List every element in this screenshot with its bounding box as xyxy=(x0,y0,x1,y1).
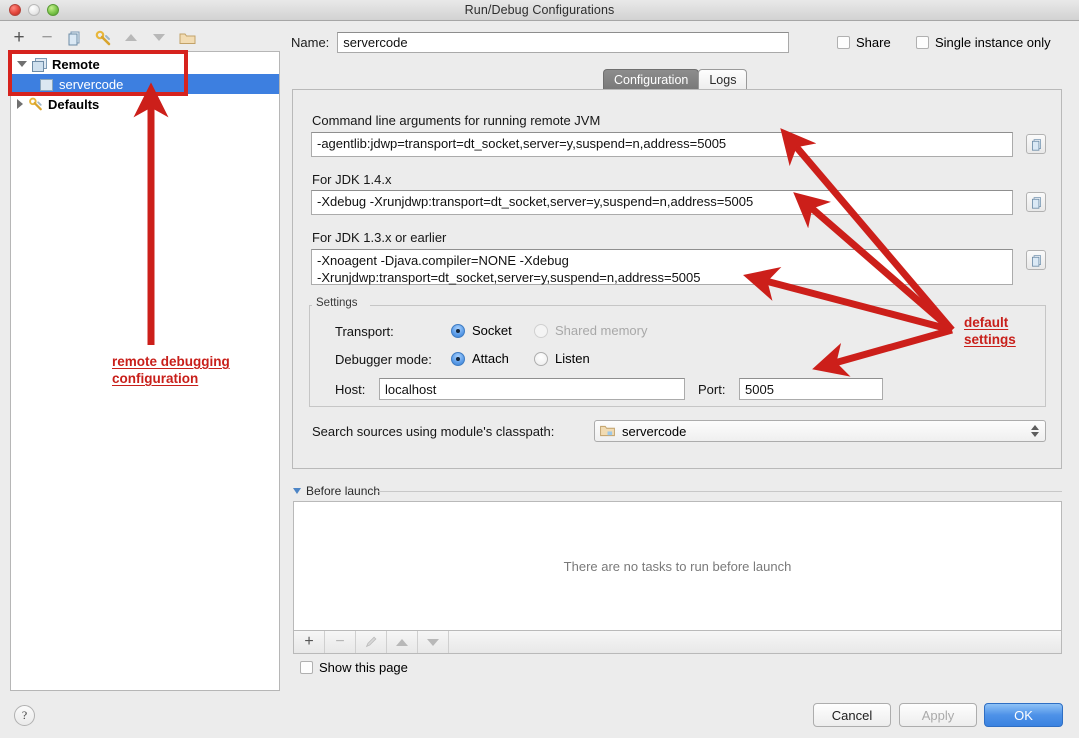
debugger-mode-option-attach[interactable]: Attach xyxy=(451,351,509,366)
share-checkbox[interactable] xyxy=(837,36,850,49)
transport-option-shared-memory: Shared memory xyxy=(534,323,647,338)
annotation-remote-debugging: remote debugging configuration xyxy=(112,353,230,387)
tab-logs[interactable]: Logs xyxy=(698,69,747,90)
tree-item-label: Defaults xyxy=(48,97,99,112)
cmdline-field[interactable]: -agentlib:jdwp=transport=dt_socket,serve… xyxy=(311,132,1013,157)
copy-icon xyxy=(1030,196,1043,209)
port-label: Port: xyxy=(698,382,725,397)
chevron-updown-icon[interactable] xyxy=(1031,425,1039,437)
share-checkbox-row[interactable]: Share xyxy=(837,35,891,50)
radio-socket[interactable] xyxy=(451,324,465,338)
jdk14-field[interactable]: -Xdebug -Xrunjdwp:transport=dt_socket,se… xyxy=(311,190,1013,215)
tab-bar: Configuration Logs xyxy=(603,69,747,90)
jdk14-label: For JDK 1.4.x xyxy=(312,172,391,187)
show-this-page-checkbox[interactable] xyxy=(300,661,313,674)
copy-icon xyxy=(1030,138,1043,151)
radio-socket-label: Socket xyxy=(472,323,512,338)
radio-attach[interactable] xyxy=(451,352,465,366)
copy-cmdline-button[interactable] xyxy=(1026,134,1046,154)
cmdline-label: Command line arguments for running remot… xyxy=(312,113,600,128)
folder-button[interactable] xyxy=(178,29,196,47)
radio-listen[interactable] xyxy=(534,352,548,366)
cancel-button[interactable]: Cancel xyxy=(813,703,891,727)
chevron-down-icon[interactable] xyxy=(293,488,301,494)
remote-child-icon xyxy=(39,78,53,91)
window-title: Run/Debug Configurations xyxy=(0,3,1079,17)
host-label: Host: xyxy=(335,382,365,397)
move-up-button[interactable] xyxy=(122,29,140,47)
debugger-mode-label: Debugger mode: xyxy=(335,352,432,367)
remove-task-button: − xyxy=(325,631,356,653)
help-button[interactable]: ? xyxy=(14,705,35,726)
classpath-label: Search sources using module's classpath: xyxy=(312,424,554,439)
before-launch-empty-text: There are no tasks to run before launch xyxy=(564,559,792,574)
move-task-down-button xyxy=(418,631,449,653)
edit-defaults-wrench-icon[interactable] xyxy=(94,29,112,47)
show-this-page-row[interactable]: Show this page xyxy=(300,660,408,675)
tree-item-defaults[interactable]: Defaults xyxy=(11,94,279,114)
radio-attach-label: Attach xyxy=(472,351,509,366)
wrench-icon xyxy=(28,97,43,111)
jdk13-field[interactable]: -Xnoagent -Djava.compiler=NONE -Xdebug -… xyxy=(311,249,1013,285)
edit-task-pencil-icon xyxy=(356,631,387,653)
copy-configuration-icon[interactable] xyxy=(66,29,84,47)
share-label: Share xyxy=(856,35,891,50)
settings-group-title: Settings xyxy=(312,297,362,309)
before-launch-divider xyxy=(378,491,1062,492)
show-this-page-label: Show this page xyxy=(319,660,408,675)
debugger-mode-option-listen[interactable]: Listen xyxy=(534,351,590,366)
name-row: Name: xyxy=(291,32,789,53)
tree-item-label: Remote xyxy=(52,57,100,72)
jdk13-label: For JDK 1.3.x or earlier xyxy=(312,230,446,245)
remove-configuration-button[interactable]: − xyxy=(38,29,56,47)
chevron-right-icon[interactable] xyxy=(17,99,23,109)
folder-icon xyxy=(600,425,615,437)
ok-button[interactable]: OK xyxy=(984,703,1063,727)
window-title-bar: Run/Debug Configurations xyxy=(0,0,1079,21)
before-launch-title: Before launch xyxy=(306,484,380,498)
single-instance-checkbox[interactable] xyxy=(916,36,929,49)
configurations-toolbar: + − xyxy=(10,26,280,49)
radio-shared-memory-label: Shared memory xyxy=(555,323,647,338)
tree-item-servercode[interactable]: servercode xyxy=(11,74,279,94)
before-launch-task-list[interactable]: There are no tasks to run before launch xyxy=(293,501,1062,631)
move-task-up-button xyxy=(387,631,418,653)
remote-icon xyxy=(32,58,46,71)
run-debug-configurations-dialog: Run/Debug Configurations + − xyxy=(0,0,1079,738)
annotation-default-settings: default settings xyxy=(964,314,1016,348)
name-label: Name: xyxy=(291,35,329,50)
tab-configuration[interactable]: Configuration xyxy=(603,69,699,90)
radio-listen-label: Listen xyxy=(555,351,590,366)
port-input[interactable] xyxy=(739,378,883,400)
add-task-button[interactable]: + xyxy=(294,631,325,653)
single-instance-checkbox-row[interactable]: Single instance only xyxy=(916,35,1051,50)
apply-button: Apply xyxy=(899,703,977,727)
chevron-down-icon[interactable] xyxy=(17,61,27,67)
name-input[interactable] xyxy=(337,32,789,53)
tree-item-remote[interactable]: Remote xyxy=(11,54,279,74)
single-instance-label: Single instance only xyxy=(935,35,1051,50)
copy-icon xyxy=(1030,254,1043,267)
transport-option-socket[interactable]: Socket xyxy=(451,323,512,338)
move-down-button[interactable] xyxy=(150,29,168,47)
module-classpath-value: servercode xyxy=(622,424,686,439)
copy-jdk13-button[interactable] xyxy=(1026,250,1046,270)
copy-jdk14-button[interactable] xyxy=(1026,192,1046,212)
module-classpath-dropdown[interactable]: servercode xyxy=(594,420,1046,442)
before-launch-header[interactable]: Before launch xyxy=(293,484,380,498)
radio-shared-memory xyxy=(534,324,548,338)
host-input[interactable] xyxy=(379,378,685,400)
transport-label: Transport: xyxy=(335,324,394,339)
add-configuration-button[interactable]: + xyxy=(10,29,28,47)
before-launch-toolbar: + − xyxy=(293,631,1062,654)
tree-item-label: servercode xyxy=(59,77,123,92)
